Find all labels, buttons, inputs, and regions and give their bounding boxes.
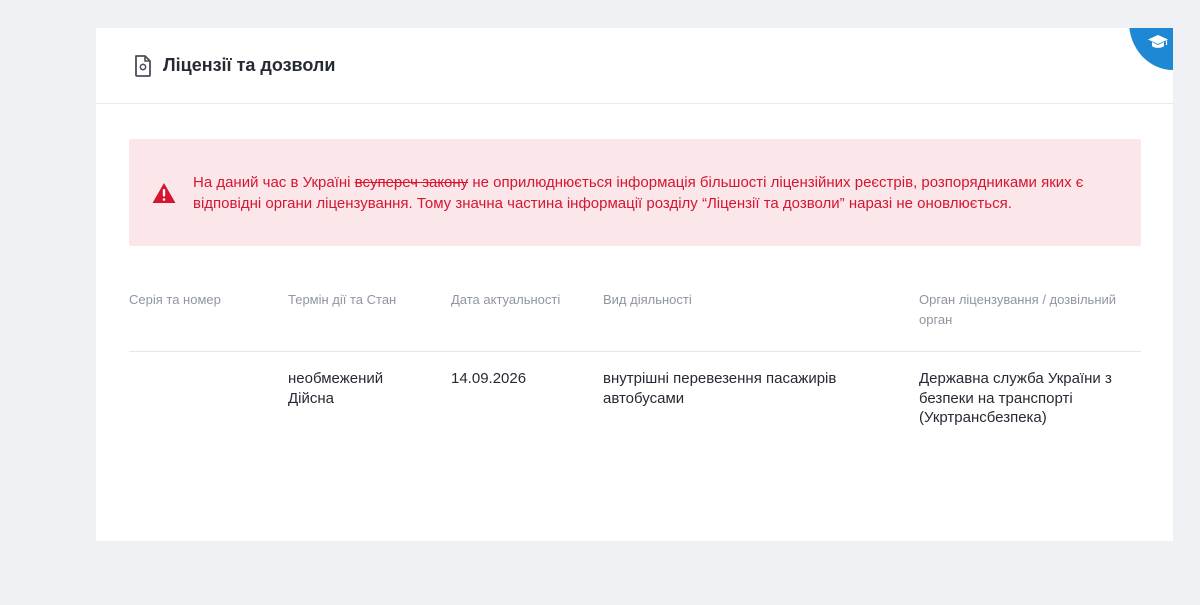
column-header-authority: Орган ліцензування / дозвільний орган (919, 292, 1117, 327)
licenses-card: Ліцензії та дозволи На даний час в Украї… (96, 28, 1173, 541)
cell-authority: Державна служба України з безпеки на тра… (919, 370, 1112, 426)
table-row: необмежений Дійсна 14.09.2026 внутрішні … (129, 352, 1141, 428)
table-header: Серія та номер Термін дії та Стан Дата а… (129, 288, 1141, 352)
cell-status: Дійсна (288, 389, 334, 407)
column-header-date: Дата актуальності (451, 292, 561, 307)
alert-message: На даний час в Україні всупереч закону н… (193, 173, 1084, 212)
cell-date: 14.09.2026 (451, 370, 527, 387)
struck-text: всупереч закону (354, 173, 469, 191)
cell-term-status: необмежений Дійсна (288, 369, 451, 428)
license-document-icon (133, 54, 153, 78)
registry-warning-alert: На даний час в Україні всупереч закону н… (129, 139, 1141, 246)
card-header: Ліцензії та дозволи (96, 28, 1173, 104)
warning-triangle-icon (152, 182, 176, 204)
column-header-term: Термін дії та Стан (288, 292, 397, 307)
column-header-series: Серія та номер (129, 292, 221, 307)
licenses-table: Серія та номер Термін дії та Стан Дата а… (129, 288, 1141, 428)
cell-activity: внутрішні перевезення пасажирів автобуса… (603, 370, 837, 407)
graduation-cap-icon (1147, 34, 1169, 50)
cell-term: необмежений (288, 370, 384, 387)
cell-series (129, 369, 288, 428)
column-header-activity: Вид діяльності (603, 292, 692, 307)
page-title: Ліцензії та дозволи (163, 55, 336, 75)
